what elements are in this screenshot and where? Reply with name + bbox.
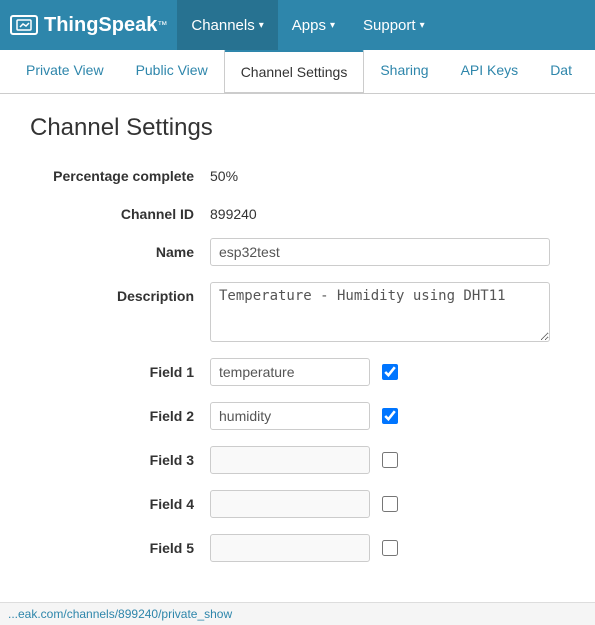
field-3-label: Field 3 (30, 452, 210, 468)
tab-private-view[interactable]: Private View (10, 50, 120, 93)
logo: ThingSpeak™ (10, 14, 167, 37)
field-5-input[interactable] (210, 534, 370, 562)
field-5-checkbox[interactable] (382, 540, 398, 556)
support-chevron-icon: ▾ (420, 20, 425, 31)
description-label: Description (30, 282, 210, 304)
status-bar: ...eak.com/channels/899240/private_show (0, 602, 595, 625)
apps-chevron-icon: ▾ (330, 20, 335, 31)
tab-data[interactable]: Dat (534, 50, 588, 93)
channel-id-value: 899240 (210, 200, 257, 222)
channel-id-label: Channel ID (30, 200, 210, 222)
channels-chevron-icon: ▾ (259, 20, 264, 31)
tab-sharing[interactable]: Sharing (364, 50, 444, 93)
field-2-checkbox[interactable] (382, 408, 398, 424)
field-2-input[interactable] (210, 402, 370, 430)
support-label: Support (363, 17, 416, 34)
name-label: Name (30, 238, 210, 260)
logo-text: ThingSpeak (44, 14, 157, 37)
channels-menu-button[interactable]: Channels ▾ (177, 0, 277, 50)
top-nav: ThingSpeak™ Channels ▾ Apps ▾ Support ▾ (0, 0, 595, 50)
support-menu-button[interactable]: Support ▾ (349, 0, 439, 50)
field-1-checkbox[interactable] (382, 364, 398, 380)
description-textarea[interactable] (210, 282, 550, 342)
field-1-input[interactable] (210, 358, 370, 386)
tab-public-view[interactable]: Public View (120, 50, 224, 93)
tab-channel-settings[interactable]: Channel Settings (224, 50, 365, 94)
channel-id-row: Channel ID 899240 (30, 200, 565, 222)
apps-label: Apps (292, 17, 326, 34)
channels-label: Channels (191, 17, 254, 34)
field-4-checkbox[interactable] (382, 496, 398, 512)
percentage-row: Percentage complete 50% (30, 162, 565, 184)
status-url: ...eak.com/channels/899240/private_show (8, 607, 232, 621)
logo-tm: ™ (157, 20, 167, 31)
field-1-label: Field 1 (30, 364, 210, 380)
name-row: Name (30, 238, 565, 266)
field-row-3: Field 3 (30, 446, 565, 474)
field-4-input[interactable] (210, 490, 370, 518)
field-2-label: Field 2 (30, 408, 210, 424)
fields-container: Field 1 Field 2 Field 3 Field 4 Field 5 (30, 358, 565, 562)
field-row-2: Field 2 (30, 402, 565, 430)
description-row: Description (30, 282, 565, 342)
field-row-1: Field 1 (30, 358, 565, 386)
name-input[interactable] (210, 238, 550, 266)
logo-icon (10, 15, 38, 35)
percentage-value: 50% (210, 162, 238, 184)
page-title: Channel Settings (30, 114, 565, 142)
main-content: Channel Settings Percentage complete 50%… (0, 94, 595, 598)
tab-api-keys[interactable]: API Keys (445, 50, 535, 93)
tab-bar: Private View Public View Channel Setting… (0, 50, 595, 94)
percentage-label: Percentage complete (30, 162, 210, 184)
field-3-input[interactable] (210, 446, 370, 474)
field-row-4: Field 4 (30, 490, 565, 518)
field-3-checkbox[interactable] (382, 452, 398, 468)
field-row-5: Field 5 (30, 534, 565, 562)
field-5-label: Field 5 (30, 540, 210, 556)
field-4-label: Field 4 (30, 496, 210, 512)
apps-menu-button[interactable]: Apps ▾ (278, 0, 349, 50)
